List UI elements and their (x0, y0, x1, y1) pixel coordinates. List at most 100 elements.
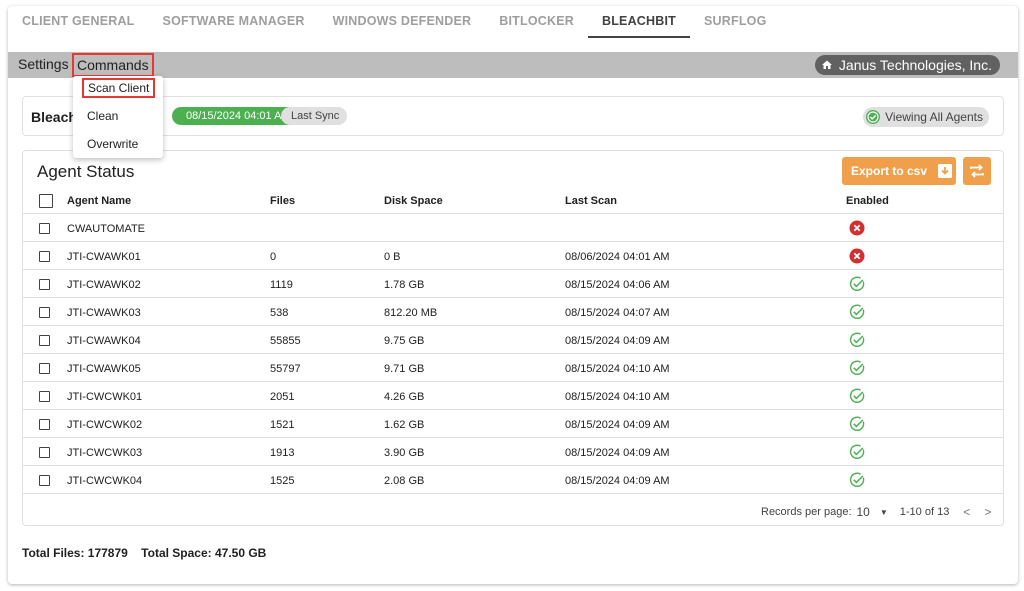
col-last-scan[interactable]: Last Scan (565, 195, 617, 207)
table-row[interactable]: JTI-CWCWK02 1521 1.62 GB 08/15/2024 04:09 A… (23, 410, 1003, 438)
commands-menu[interactable]: Commands (72, 53, 154, 77)
table-row[interactable]: JTI-CWAWK05 55797 9.71 GB 08/15/2024 04:10 … (23, 354, 1003, 382)
table-row[interactable]: JTI-CWAWK02 1119 1.78 GB 08/15/2024 04:06 A… (23, 270, 1003, 298)
row-checkbox[interactable] (39, 447, 50, 458)
viewing-all-agents-chip[interactable]: Viewing All Agents (863, 107, 989, 127)
row-checkbox[interactable] (39, 419, 50, 430)
agent-name-cell: JTI-CWCWK04 (67, 475, 143, 487)
prev-page-button[interactable]: < (963, 505, 970, 519)
agent-name-cell: JTI-CWCWK02 (67, 419, 143, 431)
tab-client-general[interactable]: CLIENT GENERAL (8, 6, 149, 38)
next-page-button[interactable]: > (984, 505, 991, 519)
agent-name-cell: JTI-CWAWK03 (67, 307, 141, 319)
disk-space-cell: 0 B (384, 251, 401, 263)
files-cell: 1913 (270, 447, 295, 459)
files-cell: 55855 (270, 335, 301, 347)
agent-name-cell: CWAUTOMATE (67, 223, 146, 235)
tab-bitlocker[interactable]: BITLOCKER (485, 6, 588, 38)
select-all-checkbox[interactable] (39, 194, 53, 208)
total-space: Total Space: 47.50 GB (141, 546, 267, 560)
tab-surflog[interactable]: SURFLOG (690, 6, 781, 38)
enabled-check-icon (849, 388, 865, 403)
agent-name-cell: JTI-CWAWK04 (67, 335, 141, 347)
table-row[interactable]: JTI-CWCWK03 1913 3.90 GB 08/15/2024 04:09 A… (23, 438, 1003, 466)
last-scan-cell: 08/06/2024 04:01 AM (565, 251, 670, 263)
agent-name-cell: JTI-CWAWK05 (67, 363, 141, 375)
disk-space-cell: 812.20 MB (384, 307, 438, 319)
files-cell: 0 (270, 251, 277, 263)
row-checkbox[interactable] (39, 279, 50, 290)
col-disk-space[interactable]: Disk Space (384, 195, 443, 207)
row-checkbox[interactable] (39, 307, 50, 318)
menu-item-scan-client[interactable]: Scan Client (82, 78, 156, 98)
menu-item-overwrite[interactable]: Overwrite (87, 137, 138, 151)
col-enabled[interactable]: Enabled (846, 195, 889, 207)
agent-status-card: Agent Status Export to csv Agent Name Fi… (22, 150, 1004, 526)
agent-status-title: Agent Status (37, 162, 135, 181)
row-checkbox[interactable] (39, 391, 50, 402)
last-scan-cell: 08/15/2024 04:09 AM (565, 447, 670, 459)
table-row[interactable]: JTI-CWCWK04 1525 2.08 GB 08/15/2024 04:09 A… (23, 466, 1003, 494)
agent-name-cell: JTI-CWCWK03 (67, 447, 143, 459)
company-name: Janus Technologies, Inc. (838, 57, 992, 73)
table-row[interactable]: JTI-CWAWK01 0 0 B 08/06/2024 04:01 AM (23, 242, 1003, 270)
viewing-label: Viewing All Agents (885, 110, 983, 124)
company-chip[interactable]: Janus Technologies, Inc. (814, 55, 1000, 75)
disk-space-cell: 1.78 GB (384, 279, 425, 291)
records-per-page-select[interactable]: 10 (857, 505, 870, 519)
row-checkbox[interactable] (39, 251, 50, 262)
last-scan-cell: 08/15/2024 04:06 AM (565, 279, 670, 291)
table-header: Agent Name Files Disk Space Last Scan En… (23, 187, 1003, 214)
agent-name-cell: JTI-CWAWK01 (67, 251, 141, 263)
last-sync-date: 08/15/2024 04:01 AM (172, 107, 299, 125)
row-checkbox[interactable] (39, 335, 50, 346)
enabled-check-icon (849, 360, 865, 375)
table-row[interactable]: JTI-CWAWK04 55855 9.75 GB 08/15/2024 04:09 … (23, 326, 1003, 354)
disk-space-cell: 2.08 GB (384, 475, 425, 487)
last-scan-cell: 08/15/2024 04:09 AM (565, 475, 670, 487)
table-row[interactable]: JTI-CWAWK03 538 812.20 MB 08/15/2024 04:07 … (23, 298, 1003, 326)
tab-windows-defender[interactable]: WINDOWS DEFENDER (319, 6, 486, 38)
export-csv-button[interactable]: Export to csv (842, 157, 956, 185)
table-row[interactable]: CWAUTOMATE (23, 214, 1003, 242)
commands-dropdown: Scan Client Clean Overwrite (73, 76, 163, 158)
tab-software-manager[interactable]: SOFTWARE MANAGER (149, 6, 319, 38)
enabled-check-icon (849, 304, 865, 319)
last-scan-cell: 08/15/2024 04:09 AM (565, 419, 670, 431)
menu-item-clean[interactable]: Clean (87, 109, 118, 123)
files-cell: 1525 (270, 475, 295, 487)
col-files[interactable]: Files (270, 195, 295, 207)
row-checkbox[interactable] (39, 475, 50, 486)
files-cell: 55797 (270, 363, 301, 375)
caret-down-icon[interactable]: ▼ (880, 508, 888, 517)
col-agent-name[interactable]: Agent Name (67, 195, 131, 207)
enabled-check-icon (849, 276, 865, 291)
disabled-x-icon (849, 220, 865, 236)
last-sync-label: Last Sync (281, 107, 348, 125)
download-box-icon (938, 164, 953, 178)
page-range: 1-10 of 13 (899, 506, 950, 518)
last-scan-cell: 08/15/2024 04:07 AM (565, 307, 670, 319)
tab-bleachbit[interactable]: BLEACHBIT (587, 6, 690, 38)
check-circle-icon (866, 110, 881, 124)
toolbar: Settings Commands Janus Technologies, In… (8, 52, 1018, 78)
enabled-check-icon (849, 416, 865, 431)
home-icon (821, 60, 832, 69)
disk-space-cell: 3.90 GB (384, 447, 425, 459)
disk-space-cell: 1.62 GB (384, 419, 425, 431)
settings-menu[interactable]: Settings (18, 56, 69, 72)
enabled-check-icon (849, 472, 865, 487)
enabled-check-icon (849, 444, 865, 459)
table-row[interactable]: JTI-CWCWK01 2051 4.26 GB 08/15/2024 04:10 A… (23, 382, 1003, 410)
last-scan-cell: 08/15/2024 04:10 AM (565, 391, 670, 403)
records-per-page-label: Records per page: (761, 506, 852, 518)
swap-arrows-icon (970, 164, 984, 178)
row-checkbox[interactable] (39, 363, 50, 374)
disk-space-cell: 9.75 GB (384, 335, 425, 347)
row-checkbox[interactable] (39, 223, 50, 234)
export-label: Export to csv (851, 164, 928, 178)
last-scan-cell: 08/15/2024 04:10 AM (565, 363, 670, 375)
disk-space-cell: 9.71 GB (384, 363, 425, 375)
refresh-sync-button[interactable] (963, 157, 991, 185)
files-cell: 538 (270, 307, 289, 319)
